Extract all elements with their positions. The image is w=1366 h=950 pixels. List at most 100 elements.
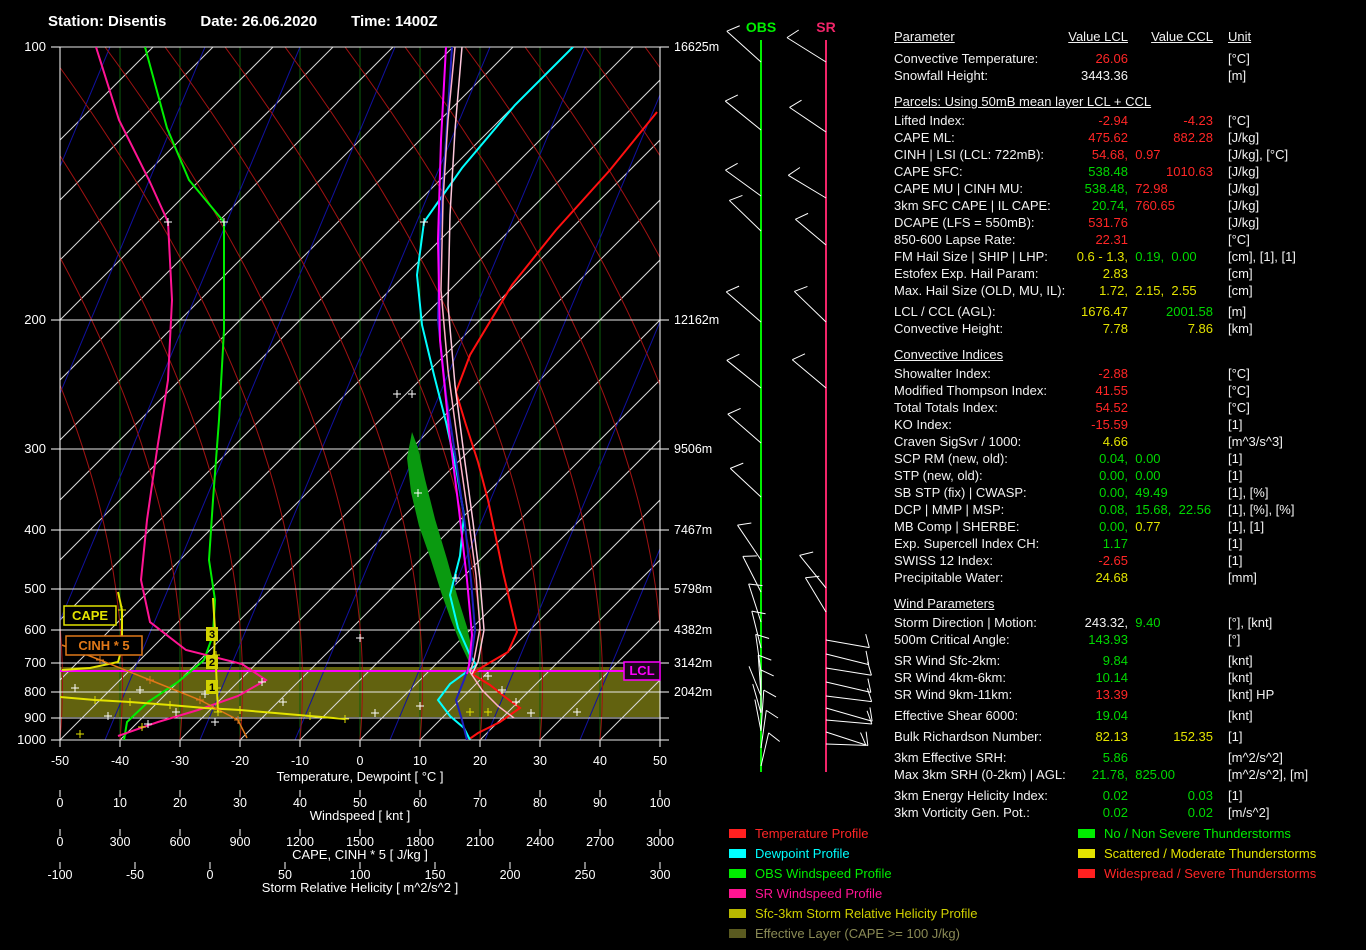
param-value-ccl: 1010.63 — [1166, 164, 1213, 179]
param-value: 2.55 — [1164, 283, 1197, 298]
table-row: Precipitable Water: 24.68 [mm] — [894, 569, 1366, 586]
param-unit: [m^3/s^3] — [1228, 434, 1283, 449]
param-label: SR Wind 9km-11km: — [894, 687, 1013, 702]
windspeed-axis-tick-label: 70 — [473, 796, 487, 810]
table-row: CINH | LSI (LCL: 722mB): 54.68, 0.97 [J/kg… — [894, 146, 1366, 163]
wind-barb-staff — [729, 467, 762, 498]
wind-barb-tick — [794, 285, 808, 292]
pressure-label: 200 — [24, 312, 46, 327]
sounding-app: { "title": { "station": "Station: Disent… — [0, 0, 1366, 950]
temperature-axis-tick-label: 40 — [593, 754, 607, 768]
param-label: Convective Height: — [894, 321, 1004, 336]
wind-barb-staff — [825, 719, 872, 725]
section-header: Wind Parameters — [894, 596, 995, 611]
legend-swatch-icon — [1078, 868, 1095, 878]
table-row: Convective Temperature: 26.06 [°C] — [894, 50, 1366, 67]
isotherm-line — [299, 379, 660, 740]
pressure-label: 800 — [24, 684, 46, 699]
legend-label: SR Windspeed Profile — [755, 885, 883, 901]
param-unit: [°C] — [1228, 232, 1250, 247]
section-header-row: Convective Indices — [894, 346, 1366, 363]
param-value-lcl: 22.31 — [1095, 232, 1128, 247]
column-header: Parameter — [894, 29, 955, 44]
param-unit: [knt] — [1228, 653, 1253, 668]
wind-barb — [795, 212, 827, 246]
pressure-label: 400 — [24, 522, 46, 537]
param-value-lcl: -2.65 — [1098, 553, 1128, 568]
wind-barb — [737, 522, 762, 561]
wind-barb-staff — [725, 291, 762, 323]
param-value-lcl: 21.78, — [1091, 767, 1128, 782]
legend-label: Scattered / Moderate Thunderstorms — [1104, 845, 1317, 861]
windspeed-axis-tick-label: 80 — [533, 796, 547, 810]
param-value: 0.77 — [1128, 519, 1161, 534]
param-value-ccl: 0.02 — [1187, 805, 1213, 820]
temperature-profile — [454, 111, 658, 740]
param-value-lcl: 538.48 — [1088, 164, 1128, 179]
wind-barb — [760, 709, 779, 749]
wind-barb-tick — [786, 29, 800, 39]
severity-legend-item: No / Non Severe Thunderstorms — [1078, 823, 1316, 843]
windspeed-axis-tick-label: 30 — [233, 796, 247, 810]
param-value-trail: 0.00 — [1128, 450, 1160, 467]
cape-axis-tick-label: 2100 — [466, 835, 494, 849]
param-value-lcl: 10.14 — [1095, 670, 1128, 685]
moist-adiabat-line — [224, 47, 483, 740]
cape-axis-tick-label: 2400 — [526, 835, 554, 849]
param-label: Total Totals Index: — [894, 400, 998, 415]
param-unit: [1], [%], [%] — [1228, 502, 1295, 517]
wind-barb-tick — [737, 522, 752, 526]
pressure-label: 100 — [24, 39, 46, 54]
windspeed-axis-tick-label: 10 — [113, 796, 127, 810]
wind-barb-staff — [789, 106, 827, 133]
legend-label: Effective Layer (CAPE >= 100 J/kg) — [755, 925, 960, 941]
isotherm-line — [599, 679, 660, 740]
km-marker-label: 2 — [209, 657, 215, 669]
profile-legend: Temperature Profile Dewpoint Profile OBS W… — [729, 823, 978, 943]
srh-axis-tick-label: 0 — [207, 868, 214, 882]
table-row: 3km Energy Helicity Index: 0.02 0.03 [1] — [894, 787, 1366, 804]
param-value: 22.56 — [1171, 502, 1212, 517]
dry-adiabat-line — [0, 47, 15, 740]
param-value-lcl: 20.74, — [1091, 198, 1128, 213]
severity-legend-item: Scattered / Moderate Thunderstorms — [1078, 843, 1316, 863]
wind-barb-staff — [825, 681, 871, 693]
wind-barb-staff — [786, 37, 827, 63]
wind-barb — [825, 710, 873, 725]
wind-barb — [788, 167, 827, 199]
windspeed-axis-tick-label: 40 — [293, 796, 307, 810]
param-value-lcl: 0.08, — [1099, 502, 1128, 517]
wind-barb-staff — [825, 653, 869, 666]
param-unit: [m] — [1228, 304, 1247, 319]
legend-swatch-icon — [729, 868, 746, 878]
param-unit: [°] — [1228, 632, 1241, 647]
param-value: 825.00 — [1128, 767, 1175, 782]
wind-barb-staff — [804, 577, 827, 613]
param-unit: [1] — [1228, 729, 1243, 744]
param-value-trail: 760.65 — [1128, 197, 1175, 214]
temperature-axis-tick-label: -30 — [171, 754, 189, 768]
table-row: CAPE SFC: 538.48 1010.63 [J/kg] — [894, 163, 1366, 180]
wind-barb-staff — [794, 291, 827, 323]
param-unit: [°C] — [1228, 113, 1250, 128]
column-header: Unit — [1228, 29, 1252, 44]
table-row: 3km SFC CAPE | IL CAPE: 20.74, 760.65 [J/k… — [894, 197, 1366, 214]
param-value-lcl: 0.6 - 1.3, — [1076, 249, 1128, 264]
altitude-label: 9506m — [674, 442, 712, 456]
temperature-axis-tick-label: -50 — [51, 754, 69, 768]
param-unit: [cm], [1], [1] — [1228, 249, 1296, 264]
wind-barb-tick — [766, 709, 779, 719]
wind-barb — [729, 462, 762, 498]
parameter-table: Parameter Value LCL Value CCL Unit Convectiv… — [894, 28, 1366, 828]
param-unit: [°C] — [1228, 383, 1250, 398]
wind-barb — [742, 555, 762, 593]
table-row: Modified Thompson Index: 41.55 [°C] — [894, 382, 1366, 399]
param-value-lcl: 0.00, — [1099, 519, 1128, 534]
legend-label: OBS Windspeed Profile — [755, 865, 892, 881]
isotherm-line — [60, 79, 660, 681]
isotherm-line — [419, 499, 660, 740]
isotherm-line — [119, 199, 660, 740]
pressure-label: 300 — [24, 441, 46, 456]
table-row: CAPE ML: 475.62 882.28 [J/kg] — [894, 129, 1366, 146]
wind-barb — [804, 575, 827, 613]
